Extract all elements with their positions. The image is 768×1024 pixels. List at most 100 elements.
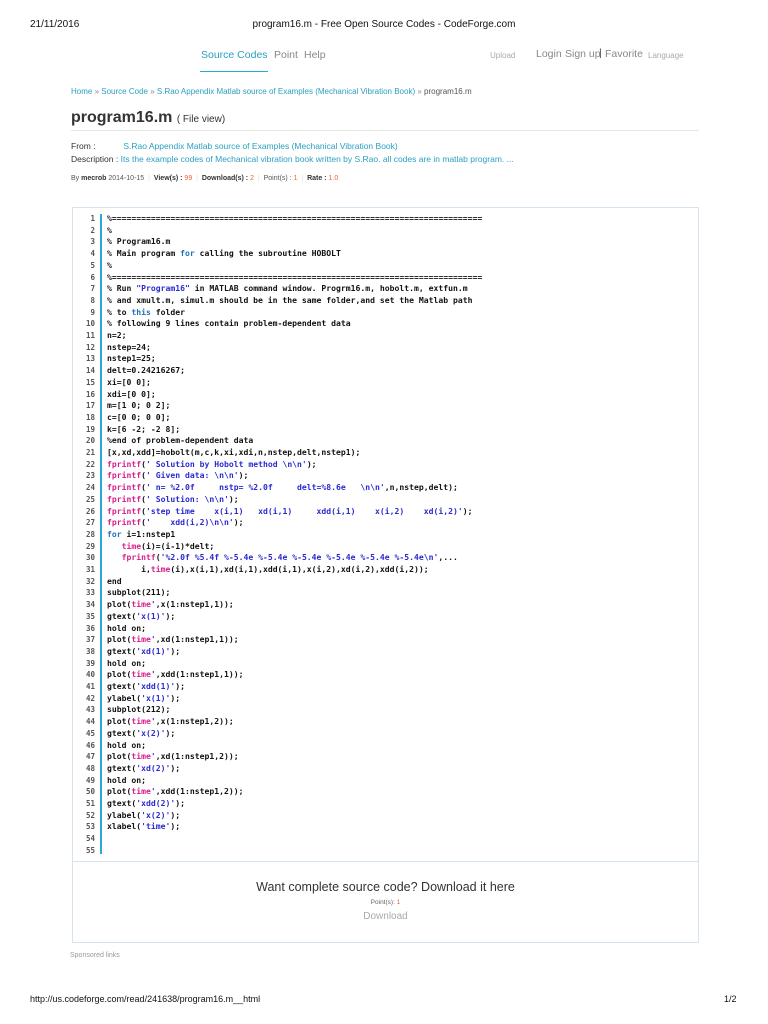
code-line: % and xmult.m, simul.m should be in the … <box>107 295 472 305</box>
line-number: 22 <box>85 459 95 469</box>
breadcrumb-sep: » <box>150 87 155 96</box>
line-number: 44 <box>85 717 95 727</box>
code-text: hold on; <box>107 622 146 633</box>
code-text: m=[1 0; 0 2]; <box>107 400 171 411</box>
line-number: 6 <box>90 272 95 282</box>
code-line: time(i)=(i-1)*delt; <box>107 540 215 551</box>
code-line: subplot(211); <box>107 587 170 597</box>
description-label: Description : <box>71 154 119 164</box>
code-string: 'x(2)' <box>141 809 171 820</box>
line-number: 41 <box>85 682 95 691</box>
code-line: plot(time',x(1:nstep1,1)); <box>107 599 234 609</box>
breadcrumb-source-code[interactable]: Source Code <box>101 87 148 96</box>
code-line: %=======================================… <box>107 272 482 282</box>
line-number: 42 <box>85 693 95 703</box>
nav-signup[interactable]: Sign up <box>565 48 601 60</box>
code-function: time <box>150 564 171 574</box>
code-text: % <box>107 224 112 235</box>
code-text: % following 9 lines contain problem-depe… <box>107 318 351 329</box>
code-function: fprintf <box>107 505 142 516</box>
code-line: subplot(212); <box>107 704 170 714</box>
code-text: gtext( <box>107 645 137 656</box>
code-line: %end of problem-dependent data <box>107 435 253 445</box>
code-keyword: for <box>107 528 122 539</box>
line-number: 11 <box>85 331 95 340</box>
download-button[interactable]: Download <box>363 911 407 922</box>
print-url: http://us.codeforge.com/read/241638/prog… <box>30 994 261 1004</box>
code-line: % Run "Program16" in MATLAB command wind… <box>107 283 468 293</box>
code-function: fprintf <box>107 458 142 469</box>
download-points-label: Point(s): <box>370 899 395 906</box>
nav-language[interactable]: Language <box>648 51 684 60</box>
code-line: plot(time',x(1:nstep1,2)); <box>107 716 234 726</box>
code-text: ); <box>462 505 473 516</box>
from-label: From : <box>71 141 96 151</box>
code-text: gtext( <box>107 762 137 773</box>
print-page: 1/2 <box>724 994 737 1004</box>
code-text: subplot(212); <box>107 704 171 715</box>
line-number: 48 <box>85 763 95 773</box>
code-text: ylabel( <box>107 692 142 703</box>
code-line: plot(time',xd(1:nstep1,2)); <box>107 751 239 761</box>
line-number: 24 <box>85 483 95 493</box>
code-line: fprintf(' Solution: \n\n'); <box>107 494 239 504</box>
line-number: 31 <box>85 565 95 574</box>
code-line: plot(time',xdd(1:nstep1,1)); <box>107 669 243 679</box>
breadcrumb-home[interactable]: Home <box>71 87 92 96</box>
meta-downloads-label: Download(s) : <box>201 175 249 182</box>
code-text: calling the subroutine HOBOLT <box>194 248 341 259</box>
code-line: % to this folder <box>107 307 185 317</box>
nav-login[interactable]: Login <box>536 48 562 60</box>
meta-rate-label: Rate : <box>307 175 327 182</box>
line-number: 39 <box>85 658 95 668</box>
line-number: 10 <box>85 319 95 329</box>
code-text: hold on; <box>107 657 146 668</box>
code-function: time <box>131 634 151 645</box>
nav-upload[interactable]: Upload <box>490 51 515 60</box>
code-line: end <box>107 576 122 586</box>
code-function: fprintf <box>121 552 156 563</box>
from-row: From : S.Rao Appendix Matlab source of E… <box>71 141 398 151</box>
nav-source-codes[interactable]: Source Codes <box>201 49 268 61</box>
meta-author[interactable]: mecrob <box>81 175 106 182</box>
code-text: plot( <box>107 751 132 762</box>
code-line: gtext('x(2)'); <box>107 728 175 738</box>
code-text: (i)=(i-1)*delt; <box>141 540 215 551</box>
breadcrumb-category[interactable]: S.Rao Appendix Matlab source of Examples… <box>157 87 415 96</box>
code-function: time <box>131 786 151 797</box>
code-string: ' xdd(i,2)\n\n' <box>146 517 234 528</box>
download-panel: Want complete source code? Download it h… <box>72 861 699 943</box>
line-number: 1 <box>90 214 95 223</box>
nav-favorite[interactable]: Favorite <box>605 48 643 60</box>
code-text: ,xd(1:nstep1,1)); <box>155 634 239 645</box>
code-text: plot( <box>107 786 132 797</box>
line-number: 35 <box>85 611 95 621</box>
nav-point[interactable]: Point <box>274 49 298 61</box>
code-text: %=======================================… <box>107 271 483 282</box>
code-line: gtext('x(1)'); <box>107 611 175 621</box>
code-line: gtext('xd(2)'); <box>107 763 180 773</box>
code-line: c=[0 0; 0 0]; <box>107 412 170 422</box>
line-number: 15 <box>85 377 95 387</box>
code-text: ); <box>175 798 185 808</box>
code-string: 'x(2)' <box>136 727 166 738</box>
line-number: 47 <box>85 752 95 762</box>
code-text: plot( <box>107 634 132 645</box>
line-number: 21 <box>85 448 95 457</box>
from-link[interactable]: S.Rao Appendix Matlab source of Examples… <box>123 141 397 151</box>
line-number: 13 <box>85 354 95 364</box>
code-keyword: for <box>180 248 195 259</box>
code-text: %=======================================… <box>107 213 483 223</box>
code-text: ); <box>165 727 176 738</box>
meta-downloads: 2 <box>250 175 254 182</box>
code-text: ,x(1:nstep1,1)); <box>155 599 234 610</box>
code-text: ); <box>170 645 181 656</box>
code-text: % Main program <box>107 248 181 259</box>
code-string: 'step time x(i,1) xd(i,1) xdd(i,1) x(i,2… <box>146 505 463 516</box>
download-points-value: 1 <box>396 899 401 906</box>
nav-help[interactable]: Help <box>304 49 326 61</box>
line-number: 23 <box>85 471 95 481</box>
code-text: ); <box>175 681 185 691</box>
code-function: time <box>131 751 151 762</box>
code-string: 'time' <box>141 821 171 832</box>
